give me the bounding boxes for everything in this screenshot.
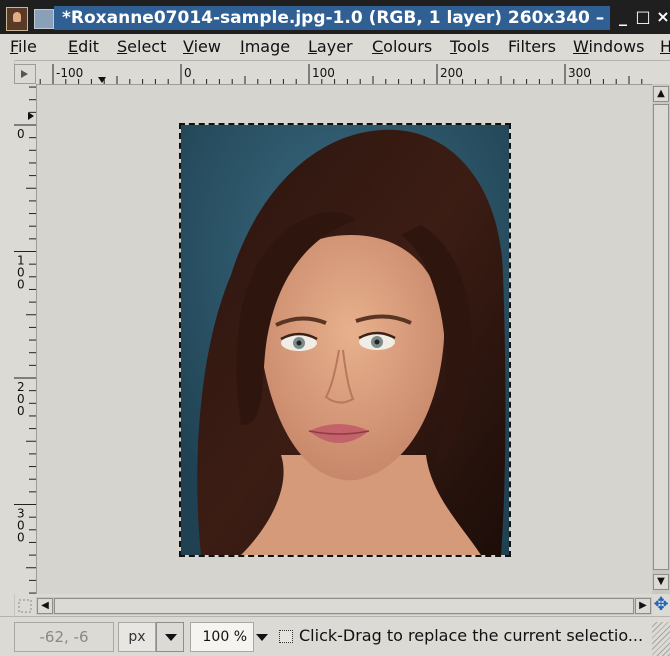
quick-mask-menu-button[interactable]: [14, 64, 36, 84]
menu-select[interactable]: Select: [117, 37, 166, 57]
ruler-label: 300: [568, 66, 591, 80]
navigate-image-icon[interactable]: ✥: [652, 595, 670, 615]
zoom-field[interactable]: 100 %: [190, 622, 254, 652]
window-left-edge: [0, 60, 15, 656]
menu-arrow-icon: [21, 70, 28, 78]
window-title: *Roxanne07014-sample.jpg-1.0 (RGB, 1 lay…: [54, 6, 610, 30]
status-bar: -62, -6 px 100 % Click-Drag to replace t…: [0, 616, 670, 656]
ruler-label: 0: [17, 404, 25, 418]
status-message: Click-Drag to replace the current select…: [299, 626, 644, 645]
scroll-up-icon[interactable]: ▲: [653, 86, 669, 102]
menu-view[interactable]: View: [183, 37, 221, 57]
menu-tools[interactable]: Tools: [450, 37, 489, 57]
horizontal-scrollbar[interactable]: ◀ ▶: [36, 597, 652, 615]
window-menu-icon[interactable]: [34, 9, 54, 29]
scroll-right-icon[interactable]: ▶: [635, 598, 651, 614]
pointer-marker: [98, 77, 106, 83]
menu-help[interactable]: H: [660, 37, 670, 57]
image-thumbnail-icon[interactable]: [6, 7, 28, 31]
minimize-button[interactable]: _: [614, 7, 632, 27]
scroll-left-icon[interactable]: ◀: [37, 598, 53, 614]
ruler-label: 0: [184, 66, 192, 80]
portrait-image[interactable]: [179, 123, 511, 557]
ruler-label: 100: [312, 66, 335, 80]
ruler-label: -100: [56, 66, 83, 80]
horizontal-ruler-ticks: -100 0 100 200 300: [39, 64, 643, 84]
menu-colours[interactable]: Colours: [372, 37, 432, 57]
pointer-coordinates: -62, -6: [14, 622, 114, 652]
horizontal-ruler[interactable]: -100 0 100 200 300: [36, 64, 652, 85]
menu-bar: File Edit Select View Image Layer Colour…: [0, 34, 670, 61]
vertical-scroll-thumb[interactable]: [653, 104, 669, 570]
menu-image[interactable]: Image: [240, 37, 290, 57]
vertical-scrollbar[interactable]: ▲ ▼: [652, 84, 670, 594]
unit-dropdown-icon[interactable]: [156, 622, 184, 652]
menu-windows[interactable]: Windows: [573, 37, 644, 57]
resize-grip-icon[interactable]: [652, 622, 670, 656]
title-bar[interactable]: *Roxanne07014-sample.jpg-1.0 (RGB, 1 lay…: [0, 0, 670, 34]
menu-filters[interactable]: Filters: [508, 37, 556, 57]
ruler-label: 200: [440, 66, 463, 80]
ruler-label: 0: [17, 278, 25, 292]
image-window: *Roxanne07014-sample.jpg-1.0 (RGB, 1 lay…: [0, 0, 670, 656]
unit-selector[interactable]: px: [118, 622, 156, 652]
menu-layer[interactable]: Layer: [308, 37, 353, 57]
vertical-ruler[interactable]: 0100200300: [14, 84, 37, 594]
portrait-photo-icon: [181, 125, 509, 555]
zoom-dropdown-icon[interactable]: [254, 629, 270, 645]
close-button[interactable]: ×: [654, 7, 670, 27]
menu-file[interactable]: File: [10, 37, 37, 57]
scroll-down-icon[interactable]: ▼: [653, 574, 669, 590]
quick-mask-toggle-icon[interactable]: [14, 597, 36, 615]
ruler-label: 0: [17, 127, 25, 141]
ruler-label: 0: [17, 531, 25, 545]
pointer-marker: [28, 112, 34, 120]
maximize-button[interactable]: □: [634, 7, 652, 27]
cancel-icon[interactable]: [279, 630, 293, 643]
vertical-ruler-ticks: 0100200300: [14, 86, 36, 594]
horizontal-scroll-thumb[interactable]: [54, 598, 634, 614]
menu-edit[interactable]: Edit: [68, 37, 99, 57]
